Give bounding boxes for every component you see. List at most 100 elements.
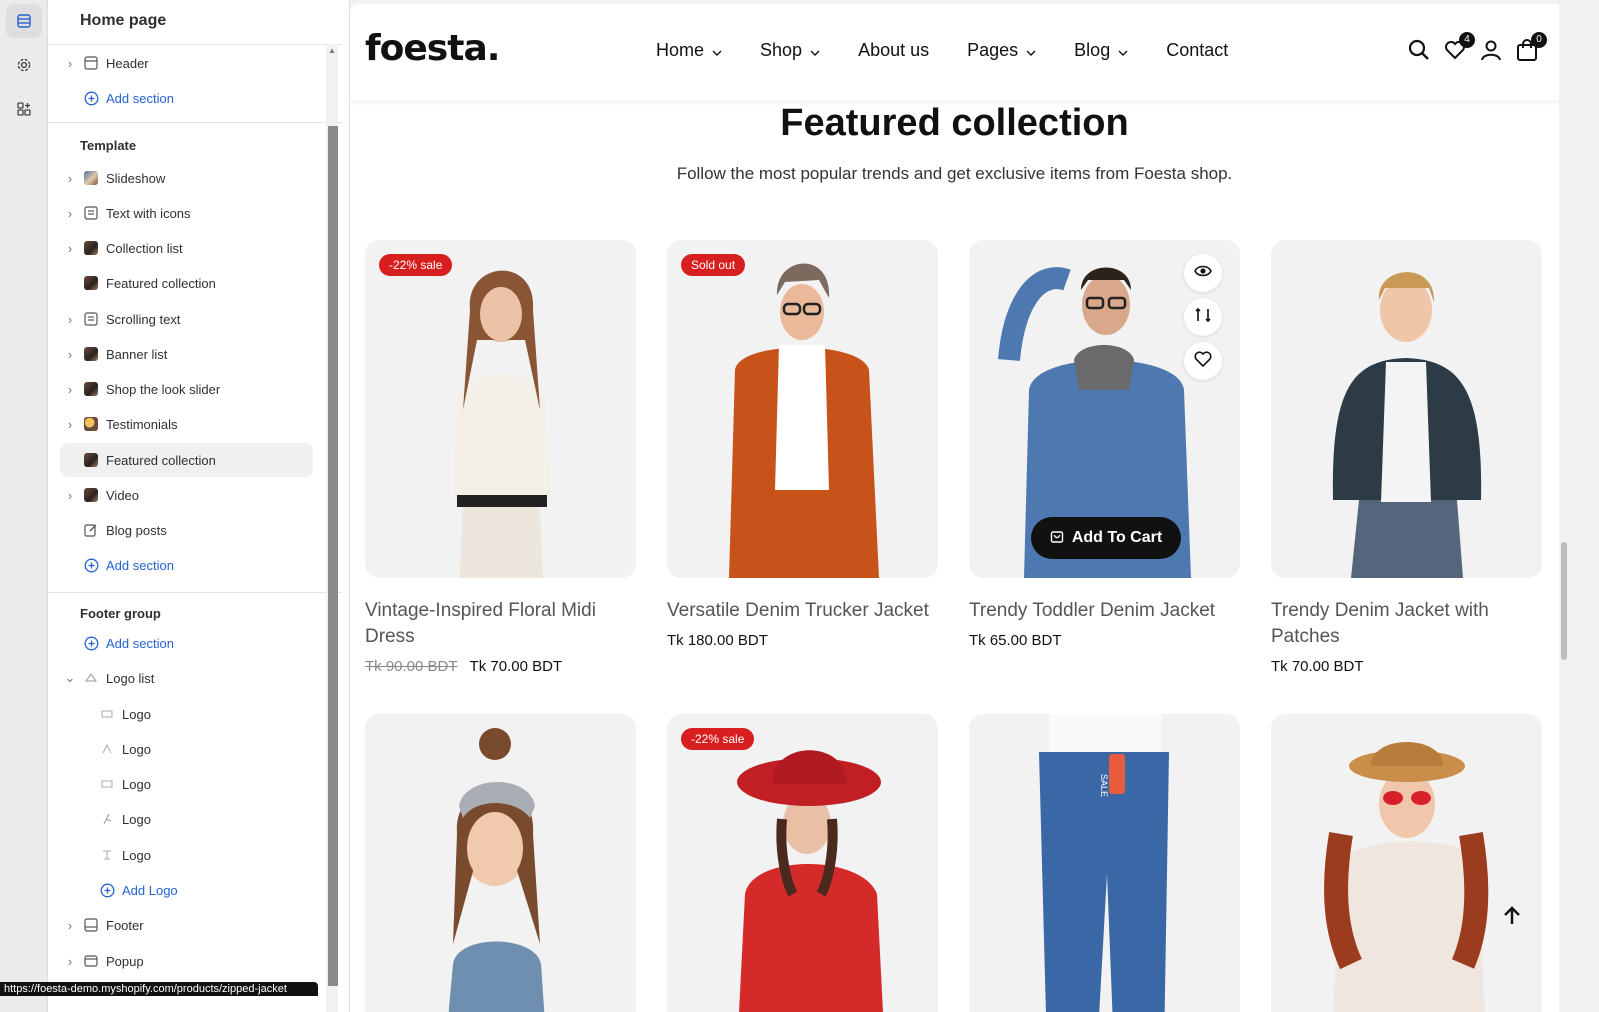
section-label: Footer (106, 917, 144, 933)
product-title[interactable]: Vintage-Inspired Floral Midi Dress (365, 598, 636, 650)
section-slideshow[interactable]: › Slideshow (60, 161, 366, 195)
chevron-right-icon[interactable]: › (60, 56, 80, 71)
chevron-right-icon[interactable]: › (60, 312, 80, 327)
add-section-button[interactable]: Add section (60, 548, 366, 582)
compare-button[interactable] (1184, 298, 1222, 336)
quick-view-button[interactable] (1184, 254, 1222, 292)
product-image[interactable]: Sold out (667, 240, 938, 578)
product-image[interactable] (1271, 240, 1542, 578)
product-image[interactable]: -22% sale (667, 714, 938, 1012)
chevron-right-icon[interactable]: › (60, 918, 80, 933)
nav-pages[interactable]: Pages (967, 40, 1036, 61)
footer-group-label: Footer group (80, 606, 161, 621)
product-title[interactable]: Trendy Denim Jacket with Patches (1271, 598, 1542, 650)
footer-icon (80, 917, 102, 933)
add-to-cart-label: Add To Cart (1071, 529, 1163, 546)
section-video[interactable]: › Video (60, 478, 366, 512)
chevron-right-icon[interactable]: › (60, 954, 80, 969)
product-photo-orange-suit (729, 263, 879, 578)
product-card[interactable] (365, 714, 636, 1012)
product-image[interactable] (1271, 714, 1542, 1012)
product-price: Tk 180.00 BDT (667, 632, 938, 649)
chevron-down-icon (1118, 40, 1128, 61)
chevron-right-icon[interactable]: › (60, 382, 80, 397)
site-logo[interactable]: foesta. (365, 28, 500, 69)
nav-about[interactable]: About us (858, 40, 929, 61)
section-logo-list[interactable]: ⌄ Logo list (60, 661, 366, 695)
product-card[interactable]: Sold out Versatile Denim Trucker Jacket … (667, 240, 938, 649)
add-section-label: Add section (106, 635, 174, 651)
section-label: Featured collection (106, 275, 216, 291)
image-thumb-icon (80, 240, 102, 256)
divider (48, 44, 342, 45)
section-header[interactable]: › Header (60, 46, 366, 80)
heart-icon[interactable]: 4 (1443, 32, 1475, 64)
section-footer[interactable]: › Footer (60, 908, 366, 942)
product-title[interactable]: Trendy Toddler Denim Jacket (969, 598, 1240, 624)
chevron-right-icon[interactable]: › (60, 206, 80, 221)
section-popup[interactable]: › Popup (60, 944, 366, 978)
storefront-preview: foesta. Home Shop About us Pages Blog Co… (350, 4, 1559, 1012)
chevron-right-icon[interactable]: › (60, 171, 80, 186)
product-card[interactable]: SALE (969, 714, 1240, 1012)
product-card[interactable]: -22% sale Vintage-Inspired Floral Midi D… (365, 240, 636, 675)
preview-scrollbar-thumb[interactable] (1561, 542, 1567, 660)
logo-thumb-icon (96, 811, 118, 827)
section-scrolling-text[interactable]: › Scrolling text (60, 302, 366, 336)
chevron-down-icon (712, 40, 722, 61)
wishlist-button[interactable] (1184, 342, 1222, 380)
panel-scrollbar-thumb[interactable] (328, 126, 338, 986)
product-card[interactable]: -22% sale (667, 714, 938, 1012)
product-image[interactable]: -22% sale (365, 240, 636, 578)
nav-blog[interactable]: Blog (1074, 40, 1128, 61)
section-text-with-icons[interactable]: › Text with icons (60, 196, 366, 230)
product-image[interactable] (365, 714, 636, 1012)
scroll-up-arrow-icon[interactable]: ▲ (326, 46, 338, 60)
section-collection-list[interactable]: › Collection list (60, 231, 366, 265)
nav-shop[interactable]: Shop (760, 40, 820, 61)
product-photo-jeans: SALE (1039, 714, 1169, 1012)
product-title[interactable]: Versatile Denim Trucker Jacket (667, 598, 938, 624)
compare-icon (1194, 306, 1212, 329)
search-icon[interactable] (1407, 38, 1431, 64)
bag-icon[interactable]: 0 (1515, 32, 1547, 64)
chevron-right-icon[interactable]: › (60, 347, 80, 362)
section-banner-list[interactable]: › Banner list (60, 337, 366, 371)
chevron-right-icon[interactable]: › (60, 488, 80, 503)
product-card[interactable] (1271, 714, 1542, 1012)
section-testimonials[interactable]: › Testimonials (60, 407, 366, 441)
chevron-down-icon[interactable]: ⌄ (60, 670, 80, 686)
add-to-cart-button[interactable]: Add To Cart (1031, 517, 1181, 559)
nav-label: Home (656, 40, 705, 60)
arrow-up-icon (1500, 906, 1524, 932)
nav-home[interactable]: Home (656, 40, 722, 61)
sections-panel: Home page › Header Add section Template … (48, 0, 350, 1012)
add-section-button[interactable]: Add section (60, 626, 366, 660)
preview-scrollbar[interactable] (1559, 0, 1569, 1012)
user-icon[interactable] (1479, 38, 1503, 64)
product-image[interactable]: SALE (969, 714, 1240, 1012)
image-thumb-icon (80, 346, 102, 362)
product-card[interactable]: Trendy Denim Jacket with Patches Tk 70.0… (1271, 240, 1542, 675)
settings-icon[interactable] (6, 48, 42, 82)
chevron-down-icon (1026, 40, 1036, 61)
chevron-right-icon[interactable]: › (60, 241, 80, 256)
add-section-button[interactable]: Add section (60, 81, 366, 115)
apps-icon[interactable] (6, 92, 42, 126)
product-card[interactable]: Add To Cart Trendy Toddler Denim Jacket … (969, 240, 1240, 649)
product-image[interactable]: Add To Cart (969, 240, 1240, 578)
plus-circle-icon (80, 90, 102, 106)
header-actions: 4 0 (1407, 32, 1547, 64)
add-logo-label: Add Logo (122, 882, 178, 898)
section-shop-the-look[interactable]: › Shop the look slider (60, 372, 366, 406)
sections-icon[interactable] (6, 4, 42, 38)
nav-contact[interactable]: Contact (1166, 40, 1228, 61)
back-to-top-button[interactable] (1500, 904, 1524, 928)
header-icon (80, 55, 102, 71)
product-photo-girl-headband (448, 728, 545, 1012)
chevron-right-icon[interactable]: › (60, 417, 80, 432)
section-featured-collection-selected[interactable]: Featured collection (60, 443, 313, 477)
section-featured-collection[interactable]: Featured collection (60, 266, 366, 300)
image-thumb-icon (80, 416, 102, 432)
section-blog-posts[interactable]: Blog posts (60, 513, 366, 547)
